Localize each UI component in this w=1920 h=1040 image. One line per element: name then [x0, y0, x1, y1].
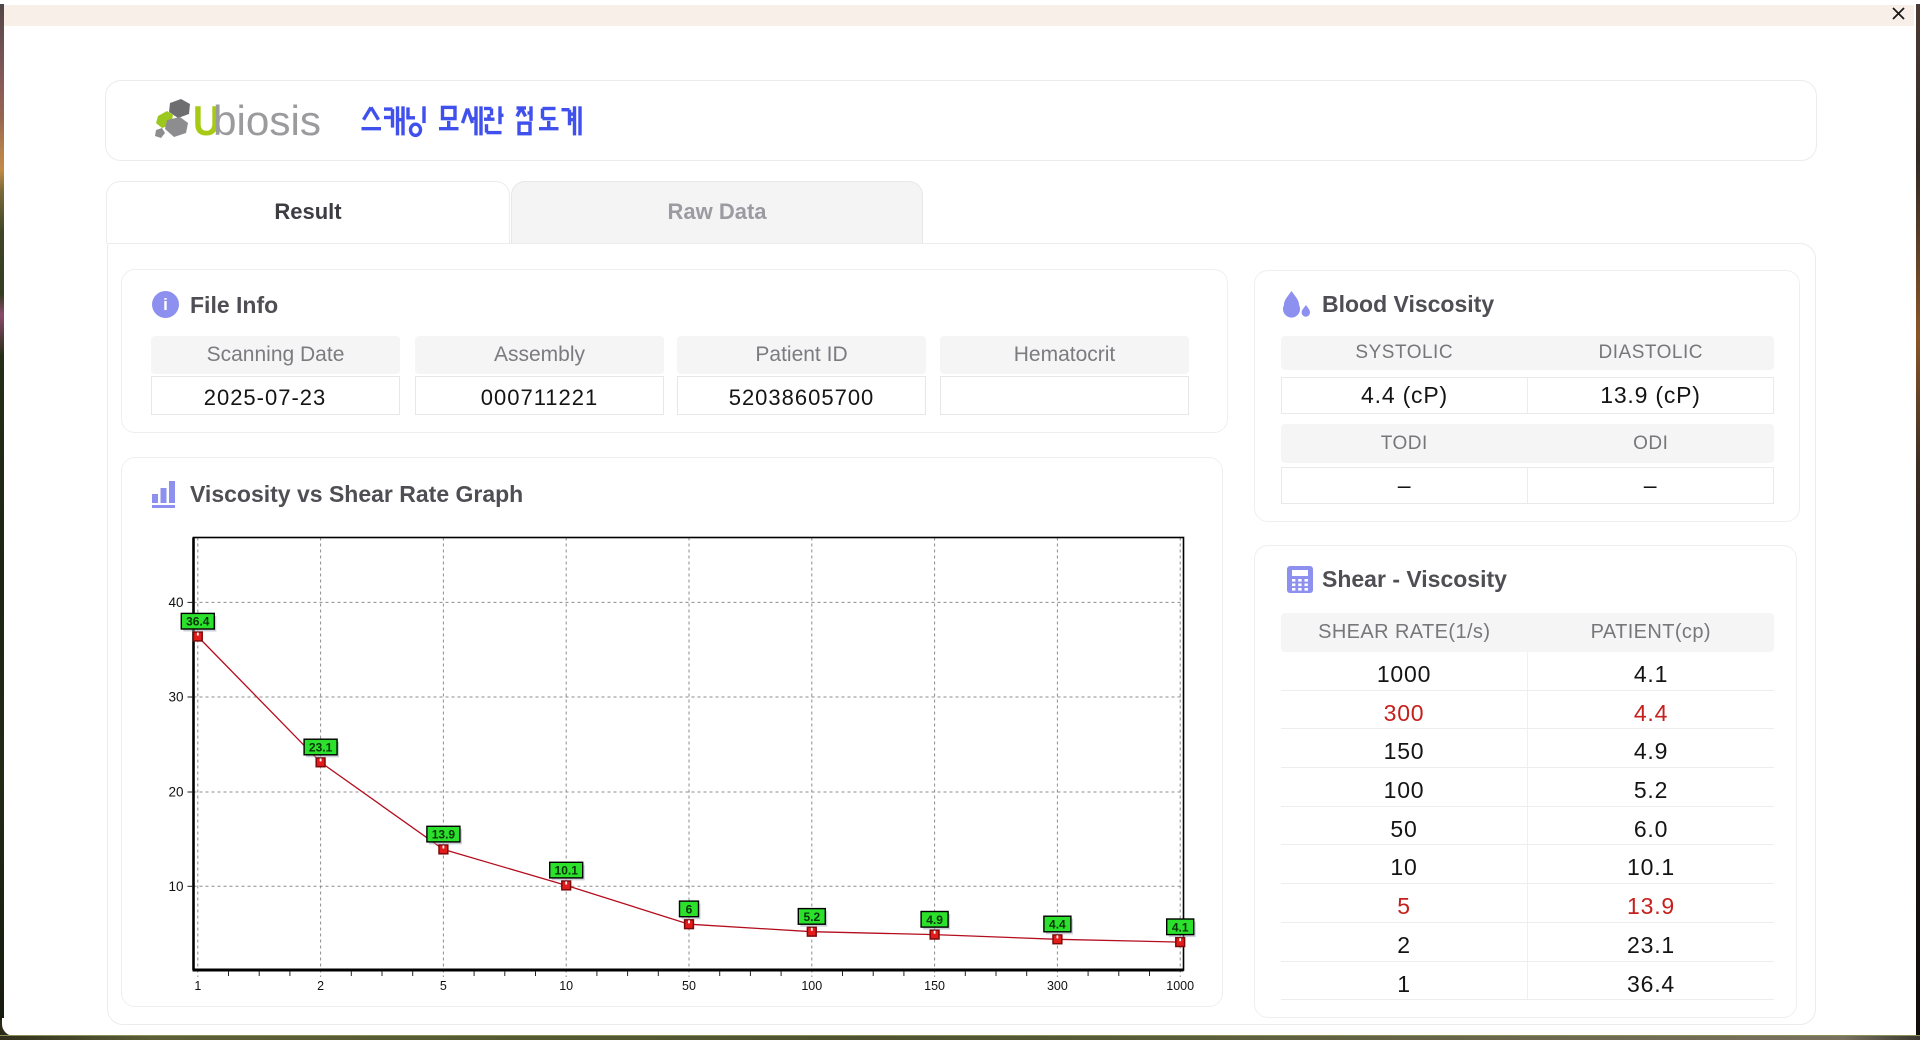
- svg-text:150: 150: [924, 979, 945, 993]
- svg-text:4.9: 4.9: [926, 913, 943, 927]
- svg-text:10: 10: [168, 879, 183, 894]
- svg-text:23.1: 23.1: [309, 741, 333, 755]
- svg-text:5.2: 5.2: [803, 910, 820, 924]
- svg-text:4.4: 4.4: [1049, 918, 1066, 932]
- svg-text:13.9: 13.9: [432, 828, 456, 842]
- svg-text:biosis: biosis: [213, 97, 321, 138]
- svg-text:1000: 1000: [1166, 979, 1194, 993]
- svg-text:40: 40: [168, 595, 183, 610]
- svg-text:100: 100: [801, 979, 822, 993]
- svg-text:30: 30: [168, 690, 183, 705]
- svg-text:1: 1: [194, 979, 201, 993]
- svg-text:10.1: 10.1: [555, 864, 579, 878]
- svg-text:5: 5: [440, 979, 447, 993]
- svg-text:6: 6: [686, 902, 693, 916]
- svg-text:10: 10: [559, 979, 573, 993]
- svg-text:4.1: 4.1: [1172, 920, 1189, 934]
- svg-text:20: 20: [168, 785, 183, 800]
- svg-text:300: 300: [1047, 979, 1068, 993]
- svg-text:36.4: 36.4: [186, 615, 210, 629]
- svg-text:2: 2: [317, 979, 324, 993]
- svg-text:50: 50: [682, 979, 696, 993]
